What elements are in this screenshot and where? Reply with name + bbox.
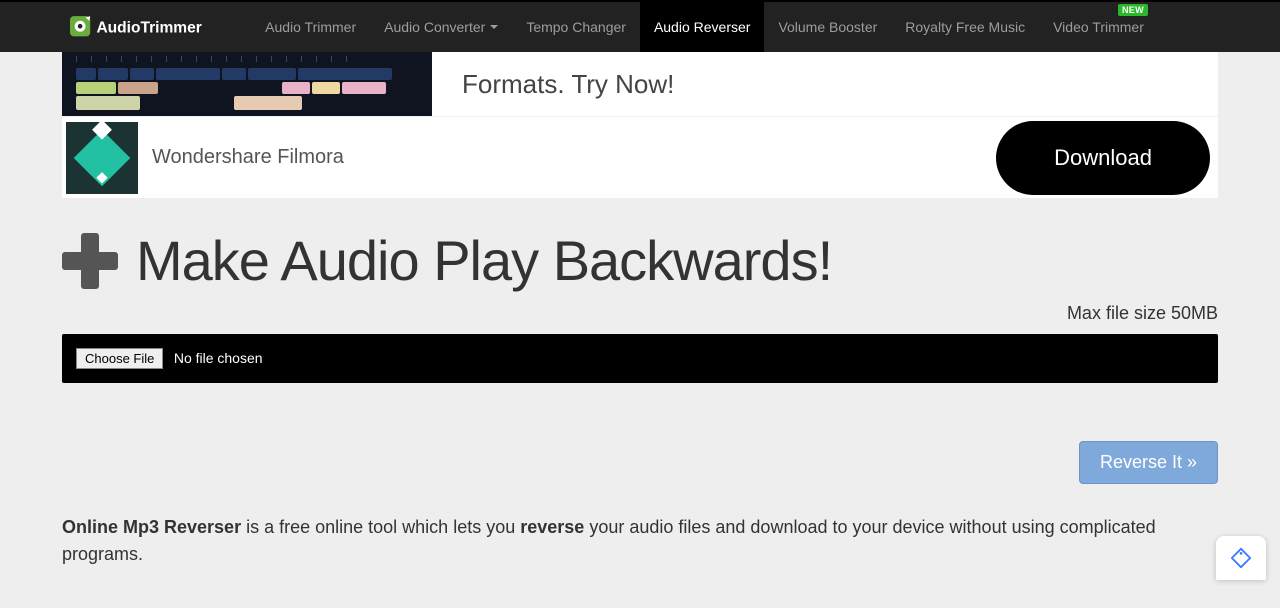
- nav-tempo-changer[interactable]: Tempo Changer: [512, 2, 640, 52]
- brand-logo[interactable]: AudioTrimmer: [70, 11, 241, 43]
- nav-audio-trimmer[interactable]: Audio Trimmer: [251, 2, 370, 52]
- desc-text: is a free online tool which lets you: [241, 517, 520, 537]
- chevron-down-icon: [490, 25, 498, 29]
- ad-banner: Formats. Try Now! Wondershare Filmora Do…: [62, 52, 1218, 198]
- nav-label: Royalty Free Music: [905, 19, 1025, 35]
- file-status-text: No file chosen: [174, 350, 263, 366]
- desc-bold-2: reverse: [520, 517, 584, 537]
- nav-video-trimmer[interactable]: Video Trimmer NEW: [1039, 2, 1158, 52]
- price-tag-widget[interactable]: [1216, 536, 1266, 580]
- nav-label: Audio Converter: [384, 19, 485, 35]
- ad-screenshot: [62, 52, 432, 116]
- ad-product-icon: [66, 122, 138, 194]
- nav-label: Volume Booster: [778, 19, 877, 35]
- ad-download-button[interactable]: Download: [996, 121, 1210, 195]
- reverse-it-button[interactable]: Reverse It »: [1079, 441, 1218, 484]
- nav-volume-booster[interactable]: Volume Booster: [764, 2, 891, 52]
- svg-text:AudioTrimmer: AudioTrimmer: [96, 19, 201, 36]
- navbar: AudioTrimmer Audio Trimmer Audio Convert…: [0, 0, 1280, 52]
- file-input-bar: Choose File No file chosen: [62, 334, 1218, 383]
- nav-audio-reverser[interactable]: Audio Reverser: [640, 2, 765, 52]
- nav-label: Video Trimmer: [1053, 19, 1144, 35]
- new-badge: NEW: [1118, 4, 1148, 16]
- desc-bold-1: Online Mp3 Reverser: [62, 517, 241, 537]
- nav-royalty-free-music[interactable]: Royalty Free Music: [891, 2, 1039, 52]
- page-title: Make Audio Play Backwards!: [136, 228, 832, 293]
- nav-label: Tempo Changer: [526, 19, 626, 35]
- ad-headline: Formats. Try Now!: [432, 69, 674, 100]
- nav-label: Audio Trimmer: [265, 19, 356, 35]
- tag-icon: [1230, 547, 1252, 569]
- max-file-size-note: Max file size 50MB: [62, 303, 1218, 324]
- nav-audio-converter[interactable]: Audio Converter: [370, 2, 512, 52]
- nav-label: Audio Reverser: [654, 19, 751, 35]
- plus-icon: [62, 233, 118, 289]
- ad-product-name: Wondershare Filmora: [152, 146, 996, 169]
- choose-file-button[interactable]: Choose File: [76, 348, 163, 369]
- page-description: Online Mp3 Reverser is a free online too…: [62, 514, 1218, 568]
